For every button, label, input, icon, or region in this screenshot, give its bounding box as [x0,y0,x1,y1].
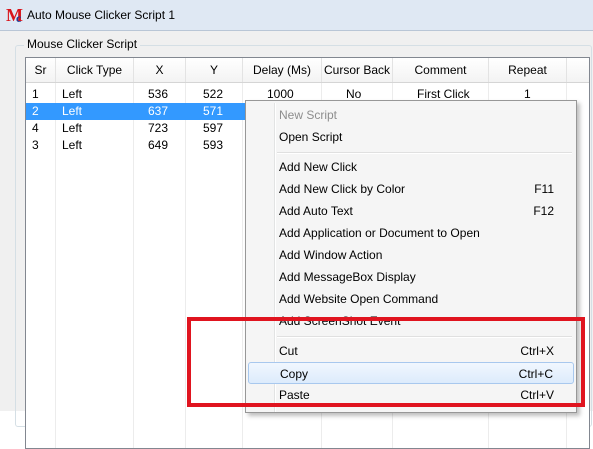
column-header-x[interactable]: X [134,58,186,82]
column-header-y[interactable]: Y [186,58,243,82]
column-header-cursor-back[interactable]: Cursor Back [322,58,393,82]
menu-item-shortcut: F12 [533,204,554,218]
cell-click-type: Left [62,87,83,101]
menu-item-open-script[interactable]: Open Script [248,126,574,148]
column-header-comment[interactable]: Comment [393,58,489,82]
cell-x: 536 [148,87,169,101]
menu-item-shortcut: F11 [534,182,554,196]
menu-item-label: Add New Click by Color [279,182,406,196]
menu-item-add-application[interactable]: Add Application or Document to Open [248,222,574,244]
window-title: Auto Mouse Clicker Script 1 [27,8,176,22]
cell-click-type: Left [62,104,83,118]
column-header-sr[interactable]: Sr [26,58,56,82]
column-header-repeat[interactable]: Repeat [489,58,567,82]
menu-item-new-script[interactable]: New Script [248,104,574,126]
menu-item-label: Open Script [279,130,343,144]
column-header-delay[interactable]: Delay (Ms) [243,58,322,82]
menu-item-label: Add New Click [279,160,358,174]
menu-item-label: New Script [279,108,338,122]
cell-sr: 2 [32,104,39,118]
menu-item-label: Add MessageBox Display [279,270,416,284]
menu-item-add-new-click[interactable]: Add New Click [248,156,574,178]
column-header-click-type[interactable]: Click Type [56,58,134,82]
cell-y: 593 [203,138,224,152]
menu-separator [277,152,572,154]
cell-x: 637 [148,104,169,118]
cell-sr: 1 [32,87,39,101]
menu-item-add-window-action[interactable]: Add Window Action [248,244,574,266]
app-logo-icon: Mc [6,5,23,25]
menu-item-label: Add Window Action [279,248,383,262]
groupbox-label: Mouse Clicker Script [24,37,141,51]
cell-y: 597 [203,121,224,135]
cell-sr: 3 [32,138,39,152]
menu-item-add-new-click-by-color[interactable]: Add New Click by Color F11 [248,178,574,200]
menu-item-add-messagebox[interactable]: Add MessageBox Display [248,266,574,288]
menu-item-label: Add Auto Text [279,204,353,218]
cell-sr: 4 [32,121,39,135]
annotation-highlight-box [187,317,585,407]
cell-x: 649 [148,138,169,152]
menu-item-add-website-open[interactable]: Add Website Open Command [248,288,574,310]
menu-item-label: Add Application or Document to Open [279,226,480,240]
menu-item-add-auto-text[interactable]: Add Auto Text F12 [248,200,574,222]
cell-x: 723 [148,121,169,135]
list-header: Sr Click Type X Y Delay (Ms) Cursor Back… [26,58,589,83]
menu-item-label: Add Website Open Command [279,292,439,306]
cell-click-type: Left [62,121,83,135]
cell-click-type: Left [62,138,83,152]
title-bar[interactable]: Mc Auto Mouse Clicker Script 1 [0,0,593,31]
cell-y: 571 [203,104,224,118]
cell-y: 522 [203,87,224,101]
